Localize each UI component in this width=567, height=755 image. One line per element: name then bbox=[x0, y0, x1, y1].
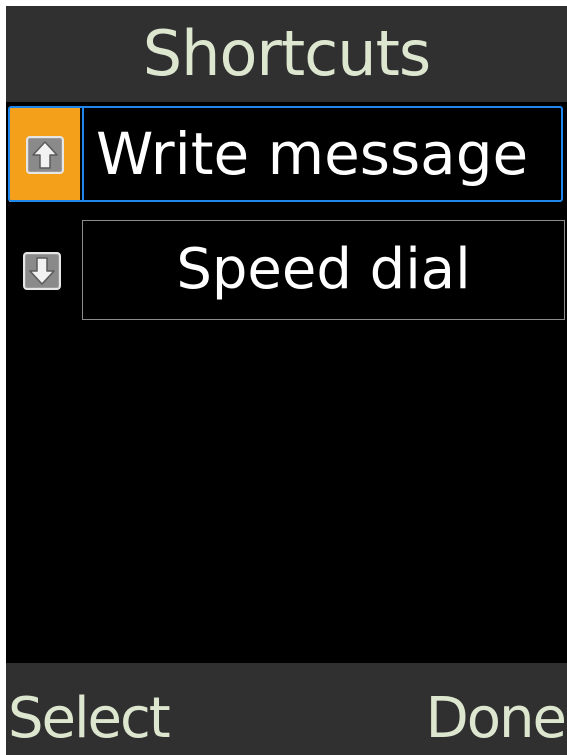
move-down-arrow-icon bbox=[23, 252, 61, 290]
focus-highlight bbox=[8, 106, 563, 202]
shortcut-item-write-message[interactable]: Write message bbox=[6, 102, 567, 206]
shortcut-item-speed-dial[interactable]: Speed dial bbox=[6, 220, 567, 322]
done-softkey[interactable]: Done bbox=[426, 691, 567, 747]
title-bar: Shortcuts bbox=[6, 6, 567, 102]
shortcut-label: Speed dial bbox=[82, 220, 565, 320]
select-softkey[interactable]: Select bbox=[8, 691, 171, 747]
phone-screen: Shortcuts Write message Speed dial Selec… bbox=[6, 6, 567, 755]
softkey-bar: Select Done bbox=[6, 663, 567, 755]
move-down-button[interactable] bbox=[6, 220, 78, 322]
page-title: Shortcuts bbox=[142, 17, 431, 90]
